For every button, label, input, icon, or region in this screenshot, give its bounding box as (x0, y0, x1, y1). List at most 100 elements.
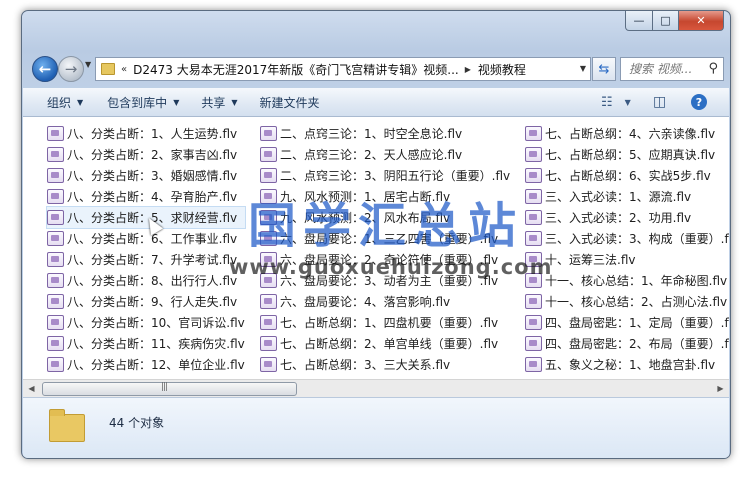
file-item[interactable]: 六、盘局要论：1、三乙四害（重要）.flv (260, 228, 510, 249)
address-overflow-chevron[interactable]: « (121, 64, 127, 75)
video-file-icon (47, 189, 64, 204)
video-file-icon (260, 357, 277, 372)
new-folder-button[interactable]: 新建文件夹 (252, 90, 328, 114)
search-box: ⚲ (620, 57, 724, 81)
file-name: 二、点窍三论：1、时空全息论.flv (280, 127, 463, 141)
include-in-library-menu[interactable]: 包含到库中 ▼ (99, 90, 187, 114)
video-file-icon (260, 231, 277, 246)
file-item[interactable]: 十、运筹三法.flv (525, 249, 729, 270)
file-item[interactable]: 八、分类占断：2、家事吉凶.flv (47, 144, 245, 165)
close-button[interactable]: ✕ (679, 11, 724, 31)
scroll-left-icon[interactable]: ◀ (23, 380, 40, 397)
file-item[interactable]: 二、点窍三论：1、时空全息论.flv (260, 123, 510, 144)
video-file-icon (525, 189, 542, 204)
file-item[interactable]: 八、分类占断：1、人生运势.flv (47, 123, 245, 144)
breadcrumb-segment[interactable]: 视频教程 (478, 61, 526, 78)
video-file-icon (260, 294, 277, 309)
video-file-icon (47, 168, 64, 183)
file-item[interactable]: 九、风水预测：2、风水布局.flv (260, 207, 510, 228)
scrollbar-thumb[interactable]: ||| (42, 382, 297, 396)
video-file-icon (47, 336, 64, 351)
file-item[interactable]: 四、盘局密匙：1、定局（重要）.flv (525, 312, 729, 333)
file-name: 六、盘局要论：4、落宫影响.flv (280, 295, 451, 309)
file-item[interactable]: 八、分类占断：10、官司诉讼.flv (47, 312, 245, 333)
arrow-left-icon: ← (38, 60, 52, 78)
forward-button[interactable]: → (58, 56, 84, 82)
file-name: 二、点窍三论：2、天人感应论.flv (280, 148, 463, 162)
refresh-button[interactable]: ⇆ (592, 57, 616, 81)
organize-label: 组织 (47, 95, 72, 110)
file-item[interactable]: 八、分类占断：3、婚姻感情.flv (47, 165, 245, 186)
minimize-button[interactable]: — (625, 11, 653, 31)
file-item[interactable]: 十一、核心总结：2、占测心法.flv (525, 291, 729, 312)
file-item[interactable]: 八、分类占断：11、疾病伤灾.flv (47, 333, 245, 354)
video-file-icon (525, 294, 542, 309)
file-name: 八、分类占断：3、婚姻感情.flv (67, 169, 238, 183)
file-item[interactable]: 六、盘局要论：2、奇论符使（重要）.flv (260, 249, 510, 270)
horizontal-scrollbar[interactable]: ◀ ||| ▶ (23, 379, 729, 397)
include-in-library-label: 包含到库中 (107, 95, 168, 110)
file-item[interactable]: 三、入式必读：3、构成（重要）.flv (525, 228, 729, 249)
file-column: 七、占断总纲：4、六亲读像.flv 七、占断总纲：5、应期真诀.flv 七、占断… (525, 123, 729, 375)
file-item[interactable]: 十一、核心总结：1、年命秘图.flv (525, 270, 729, 291)
file-item[interactable]: 七、占断总纲：2、单宫单线（重要）.flv (260, 333, 510, 354)
file-item[interactable]: 八、分类占断：9、行人走失.flv (47, 291, 245, 312)
file-item[interactable]: 三、入式必读：1、源流.flv (525, 186, 729, 207)
file-item[interactable]: 七、占断总纲：3、三大关系.flv (260, 354, 510, 375)
view-options-button[interactable]: ☷ ▼ (601, 90, 631, 114)
file-name: 四、盘局密匙：1、定局（重要）.flv (545, 316, 729, 330)
help-button[interactable]: ? (691, 90, 707, 114)
search-icon[interactable]: ⚲ (708, 61, 718, 76)
file-item[interactable]: 三、入式必读：2、功用.flv (525, 207, 729, 228)
file-name: 八、分类占断：11、疾病伤灾.flv (67, 337, 245, 351)
file-item[interactable]: 六、盘局要论：4、落宫影响.flv (260, 291, 510, 312)
file-item[interactable]: 八、分类占断：6、工作事业.flv (47, 228, 245, 249)
file-list: 八、分类占断：1、人生运势.flv 八、分类占断：2、家事吉凶.flv 八、分类… (23, 117, 729, 379)
file-item[interactable]: 五、象义之秘：1、地盘宫卦.flv (525, 354, 729, 375)
file-item[interactable]: 七、占断总纲：4、六亲读像.flv (525, 123, 729, 144)
file-name: 七、占断总纲：4、六亲读像.flv (545, 127, 716, 141)
back-button[interactable]: ← (32, 56, 58, 82)
file-name: 八、分类占断：2、家事吉凶.flv (67, 148, 238, 162)
video-file-icon (260, 126, 277, 141)
organize-menu[interactable]: 组织 ▼ (39, 90, 91, 114)
file-item[interactable]: 七、占断总纲：1、四盘机要（重要）.flv (260, 312, 510, 333)
file-item[interactable]: 二、点窍三论：2、天人感应论.flv (260, 144, 510, 165)
search-input[interactable] (627, 61, 705, 77)
arrow-right-icon: → (64, 60, 78, 78)
file-item[interactable]: 七、占断总纲：6、实战5步.flv (525, 165, 729, 186)
explorer-window: — □ ✕ ← → ▼ « D2473 大易本无涯2017年新版《奇门飞宫精讲专… (21, 10, 731, 459)
video-file-icon (47, 315, 64, 330)
file-name: 八、分类占断：10、官司诉讼.flv (67, 316, 245, 330)
file-name: 八、分类占断：8、出行行人.flv (67, 274, 238, 288)
file-name: 八、分类占断：9、行人走失.flv (67, 295, 238, 309)
address-bar[interactable]: « D2473 大易本无涯2017年新版《奇门飞宫精讲专辑》视频... ▶ 视频… (95, 57, 591, 81)
file-name: 十一、核心总结：2、占测心法.flv (545, 295, 728, 309)
video-file-icon (525, 357, 542, 372)
preview-pane-button[interactable]: ◫ (653, 90, 666, 114)
file-item[interactable]: 七、占断总纲：5、应期真诀.flv (525, 144, 729, 165)
file-item[interactable]: 四、盘局密匙：2、布局（重要）.flv (525, 333, 729, 354)
file-name: 九、风水预测：2、风水布局.flv (280, 211, 451, 225)
video-file-icon (260, 336, 277, 351)
file-item[interactable]: 八、分类占断：4、孕育胎产.flv (47, 186, 245, 207)
file-item[interactable]: 六、盘局要论：3、动者为主（重要）.flv (260, 270, 510, 291)
file-name: 七、占断总纲：2、单宫单线（重要）.flv (280, 337, 499, 351)
caption-buttons: — □ ✕ (625, 11, 724, 31)
file-item[interactable]: 八、分类占断：12、单位企业.flv (47, 354, 245, 375)
file-item[interactable]: 二、点窍三论：3、阴阳五行论（重要）.flv (260, 165, 510, 186)
maximize-button[interactable]: □ (653, 11, 679, 31)
breadcrumb-arrow-icon[interactable]: ▶ (465, 65, 471, 74)
new-folder-label: 新建文件夹 (259, 95, 320, 110)
history-dropdown-icon[interactable]: ▼ (85, 60, 91, 69)
breadcrumb-segment[interactable]: D2473 大易本无涯2017年新版《奇门飞宫精讲专辑》视频... (133, 61, 459, 78)
file-item[interactable]: 九、风水预测：1、居宅占断.flv (260, 186, 510, 207)
file-item[interactable]: 八、分类占断：8、出行行人.flv (47, 270, 245, 291)
file-item[interactable]: 八、分类占断：7、升学考试.flv (47, 249, 245, 270)
video-file-icon (47, 231, 64, 246)
share-menu[interactable]: 共享 ▼ (193, 90, 245, 114)
scroll-right-icon[interactable]: ▶ (712, 380, 729, 397)
address-dropdown-icon[interactable]: ▼ (580, 64, 586, 73)
video-file-icon (525, 252, 542, 267)
view-list-icon: ☷ (601, 94, 613, 110)
